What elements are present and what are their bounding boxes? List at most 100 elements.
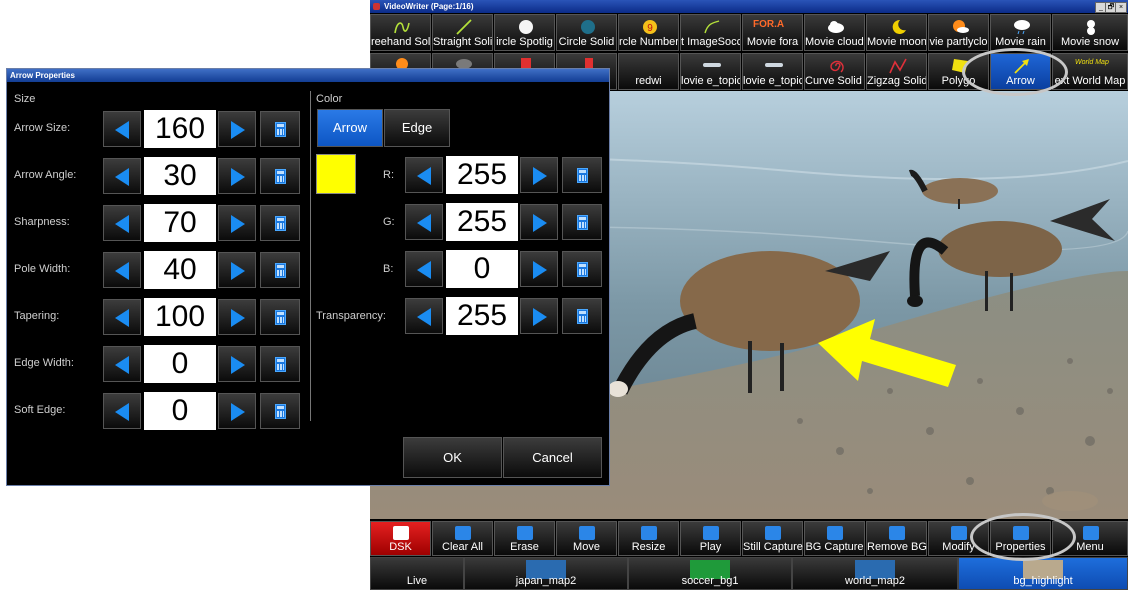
left-arrow-icon — [115, 121, 129, 139]
soft-edge-increase-button[interactable] — [218, 393, 256, 429]
arrow-properties-dialog: Arrow Properties Size Color Arrow Size: … — [6, 68, 610, 486]
green-calculator-button[interactable] — [562, 204, 602, 240]
resize-icon — [641, 526, 657, 540]
soft-edge-calculator-button[interactable] — [260, 393, 300, 429]
color-tab-edge[interactable]: Edge — [384, 109, 450, 147]
tapering-decrease-button[interactable] — [103, 299, 141, 335]
calculator-icon — [577, 168, 588, 183]
still-capture-button[interactable]: Still Capture — [742, 521, 803, 556]
blue-decrease-button[interactable] — [405, 251, 443, 287]
sharpness-value[interactable]: 70 — [144, 204, 216, 242]
arrow-angle-calculator-button[interactable] — [260, 158, 300, 194]
tapering-calculator-button[interactable] — [260, 299, 300, 335]
pole-width-value[interactable]: 40 — [144, 251, 216, 289]
sharpness-increase-button[interactable] — [218, 205, 256, 241]
tool-circle-spotlight[interactable]: ircle Spotlig — [494, 14, 555, 51]
edge-width-calculator-button[interactable] — [260, 346, 300, 382]
bg-tab-world-map2[interactable]: world_map2 — [792, 557, 958, 590]
remove-bg-icon — [889, 526, 905, 540]
remove-bg-button[interactable]: Remove BG — [866, 521, 927, 556]
pole-width-increase-button[interactable] — [218, 252, 256, 288]
bg-tab-japan-map2[interactable]: japan_map2 — [464, 557, 628, 590]
arrow-size-value[interactable]: 160 — [144, 110, 216, 148]
tool-movie-e-topic-1[interactable]: lovie e_topic — [680, 53, 741, 90]
arrow-size-decrease-button[interactable] — [103, 111, 141, 147]
tool-movie-moon[interactable]: Movie moon — [866, 14, 927, 51]
edge-width-value[interactable]: 0 — [144, 345, 216, 383]
blue-value[interactable]: 0 — [446, 250, 518, 288]
pole-width-label: Pole Width: — [14, 263, 71, 275]
erase-button[interactable]: Erase — [494, 521, 555, 556]
tool-freehand-solid[interactable]: reehand Soli — [370, 14, 431, 51]
arrow-size-increase-button[interactable] — [218, 111, 256, 147]
red-increase-button[interactable] — [520, 157, 558, 193]
red-value[interactable]: 255 — [446, 156, 518, 194]
straight-line-icon — [456, 19, 472, 35]
red-calculator-button[interactable] — [562, 157, 602, 193]
calculator-icon — [577, 262, 588, 277]
transparency-increase-button[interactable] — [520, 298, 558, 334]
calculator-icon — [275, 122, 286, 137]
tool-circle-solid[interactable]: Circle Solid — [556, 14, 617, 51]
pole-width-calculator-button[interactable] — [260, 252, 300, 288]
arrow-angle-label: Arrow Angle: — [14, 169, 77, 181]
tool-movie-partlycloudy[interactable]: vie partlyclo — [928, 14, 989, 51]
arrow-angle-increase-button[interactable] — [218, 158, 256, 194]
arrow-angle-decrease-button[interactable] — [103, 158, 141, 194]
soft-edge-decrease-button[interactable] — [103, 393, 141, 429]
left-arrow-icon — [417, 167, 431, 185]
edge-width-decrease-button[interactable] — [103, 346, 141, 382]
calculator-icon — [577, 309, 588, 324]
bg-capture-button[interactable]: BG Capture — [804, 521, 865, 556]
red-decrease-button[interactable] — [405, 157, 443, 193]
edge-width-increase-button[interactable] — [218, 346, 256, 382]
green-increase-button[interactable] — [520, 204, 558, 240]
dsk-button[interactable]: DSK — [370, 521, 431, 556]
tool-movie-snow[interactable]: Movie snow — [1052, 14, 1128, 51]
blue-increase-button[interactable] — [520, 251, 558, 287]
section-divider — [310, 91, 311, 421]
tool-curve-solid[interactable]: Curve Solid w/ — [804, 53, 865, 90]
cancel-button[interactable]: Cancel — [503, 437, 602, 478]
bg-tab-live[interactable]: Live — [370, 557, 464, 590]
tool-freehand-whiteout[interactable]: redwi — [618, 53, 679, 90]
clear-all-button[interactable]: Clear All — [432, 521, 493, 556]
left-arrow-icon — [115, 403, 129, 421]
pole-width-decrease-button[interactable] — [103, 252, 141, 288]
resize-button[interactable]: Resize — [618, 521, 679, 556]
tool-straight-solid[interactable]: Straight Solid — [432, 14, 493, 51]
background-tabs: Live japan_map2 soccer_bg1 world_map2 bg… — [370, 557, 1128, 590]
color-tab-arrow[interactable]: Arrow — [317, 109, 383, 147]
play-button[interactable]: Play — [680, 521, 741, 556]
tapering-value[interactable]: 100 — [144, 298, 216, 336]
ok-button[interactable]: OK — [403, 437, 502, 478]
transparency-value[interactable]: 255 — [446, 297, 518, 335]
right-arrow-icon — [231, 215, 245, 233]
close-button[interactable]: × — [1115, 2, 1127, 13]
bg-tab-soccer-bg1[interactable]: soccer_bg1 — [628, 557, 792, 590]
soft-edge-value[interactable]: 0 — [144, 392, 216, 430]
edge-width-label: Edge Width: — [14, 357, 74, 369]
transparency-calculator-button[interactable] — [562, 298, 602, 334]
tool-zigzag-solid[interactable]: Zigzag Solid — [866, 53, 927, 90]
sharpness-calculator-button[interactable] — [260, 205, 300, 241]
trash-icon — [455, 526, 471, 540]
blue-calculator-button[interactable] — [562, 251, 602, 287]
bg-tab-bg-highlight[interactable]: bg_highlight — [958, 557, 1128, 590]
tool-image-soccer[interactable]: t ImageSocc — [680, 14, 741, 51]
tool-movie-e-topic-2[interactable]: lovie e_topic — [742, 53, 803, 90]
tool-circle-numbering[interactable]: 9 rcle Numberi — [618, 14, 679, 51]
arrow-size-calculator-button[interactable] — [260, 111, 300, 147]
tool-movie-fora[interactable]: FOR.A Movie fora — [742, 14, 803, 51]
green-decrease-button[interactable] — [405, 204, 443, 240]
arrow-angle-value[interactable]: 30 — [144, 157, 216, 195]
move-button[interactable]: Move — [556, 521, 617, 556]
green-value[interactable]: 255 — [446, 203, 518, 241]
tool-movie-rain[interactable]: Movie rain — [990, 14, 1051, 51]
sharpness-decrease-button[interactable] — [103, 205, 141, 241]
properties-button-highlight — [970, 513, 1076, 561]
transparency-decrease-button[interactable] — [405, 298, 443, 334]
color-swatch[interactable] — [316, 154, 356, 194]
tapering-increase-button[interactable] — [218, 299, 256, 335]
tool-movie-cloudy[interactable]: Movie cloudy — [804, 14, 865, 51]
